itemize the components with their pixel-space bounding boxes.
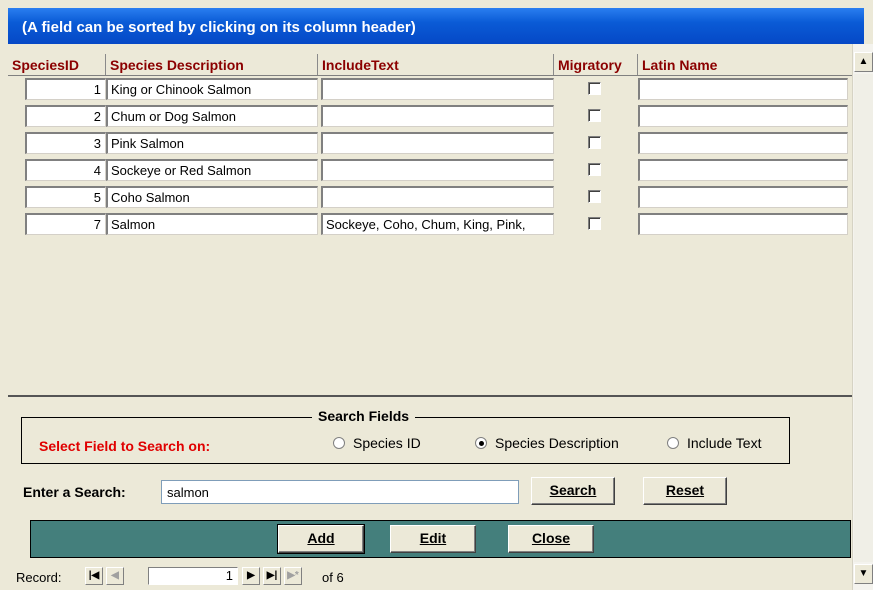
first-record-icon[interactable]: |◀	[85, 567, 103, 585]
cell-description[interactable]: Chum or Dog Salmon	[106, 105, 318, 127]
record-label: Record:	[16, 570, 62, 585]
cell-id[interactable]: 5	[25, 186, 106, 208]
search-fields-title: Search Fields	[312, 408, 416, 424]
column-header-includetext[interactable]: IncludeText	[318, 54, 554, 76]
current-record-field[interactable]: 1	[148, 567, 238, 585]
radio-include-text-dot[interactable]	[667, 437, 679, 449]
radio-species-description-dot[interactable]	[475, 437, 487, 449]
column-header-label: Migratory	[558, 57, 622, 73]
migratory-checkbox[interactable]	[588, 217, 601, 230]
previous-record-icon[interactable]: ◀	[106, 567, 124, 585]
cell-description[interactable]: Coho Salmon	[106, 186, 318, 208]
migratory-checkbox[interactable]	[588, 190, 601, 203]
form-title: (A field can be sorted by clicking on it…	[22, 19, 416, 36]
cell-include-text[interactable]	[321, 159, 554, 181]
column-header-species-description[interactable]: Species Description	[106, 54, 318, 76]
next-record-icon[interactable]: ▶	[242, 567, 260, 585]
cell-id[interactable]: 7	[25, 213, 106, 235]
cell-latin[interactable]	[638, 105, 848, 127]
radio-species-id-dot[interactable]	[333, 437, 345, 449]
cell-description[interactable]: Salmon	[106, 213, 318, 235]
cell-id[interactable]: 3	[25, 132, 106, 154]
edit-button[interactable]: Edit	[390, 525, 476, 553]
column-header-migratory[interactable]: Migratory	[554, 54, 638, 76]
cell-latin[interactable]	[638, 213, 848, 235]
migratory-checkbox[interactable]	[588, 82, 601, 95]
cell-id[interactable]: 1	[25, 78, 106, 100]
cell-include-text[interactable]	[321, 132, 554, 154]
new-record-icon[interactable]: ▶*	[284, 567, 302, 585]
radio-include-text-label: Include Text	[687, 435, 762, 451]
header-divider	[8, 75, 852, 76]
scroll-up-icon[interactable]: ▲	[854, 52, 873, 72]
cell-include-text[interactable]	[321, 186, 554, 208]
cell-include-text[interactable]: Sockeye, Coho, Chum, King, Pink,	[321, 213, 554, 235]
record-count: of 6	[322, 570, 344, 585]
search-fields-frame: Search Fields Select Field to Search on:…	[21, 408, 790, 464]
cell-id[interactable]: 2	[25, 105, 106, 127]
vertical-scrollbar[interactable]: ▲ ▼	[852, 44, 873, 590]
search-button[interactable]: Search	[531, 477, 615, 505]
reset-button[interactable]: Reset	[643, 477, 727, 505]
column-header-label: Latin Name	[642, 57, 718, 73]
migratory-checkbox[interactable]	[588, 109, 601, 122]
search-field-label: Select Field to Search on:	[39, 438, 211, 454]
column-header-label: SpeciesID	[12, 57, 79, 73]
column-header-speciesid[interactable]: SpeciesID	[8, 54, 106, 76]
column-header-label: Species Description	[110, 57, 244, 73]
column-header-latin-name[interactable]: Latin Name	[638, 54, 848, 76]
radio-species-description-label: Species Description	[495, 435, 619, 451]
cell-description[interactable]: Sockeye or Red Salmon	[106, 159, 318, 181]
form-title-bar: (A field can be sorted by clicking on it…	[8, 8, 864, 44]
column-header-label: IncludeText	[322, 57, 399, 73]
cell-include-text[interactable]	[321, 105, 554, 127]
migratory-checkbox[interactable]	[588, 136, 601, 149]
scroll-track[interactable]	[854, 74, 873, 562]
add-button[interactable]: Add	[277, 524, 365, 554]
migratory-checkbox[interactable]	[588, 163, 601, 176]
radio-species-description[interactable]: Species Description	[475, 435, 619, 451]
last-record-icon[interactable]: ▶|	[263, 567, 281, 585]
close-button[interactable]: Close	[508, 525, 594, 553]
section-divider	[8, 395, 852, 397]
radio-species-id-label: Species ID	[353, 435, 421, 451]
record-navigator: Record: |◀ ◀ 1 ▶ ▶| ▶* of 6	[8, 563, 852, 590]
cell-id[interactable]: 4	[25, 159, 106, 181]
cell-latin[interactable]	[638, 132, 848, 154]
cell-latin[interactable]	[638, 159, 848, 181]
cell-description[interactable]: Pink Salmon	[106, 132, 318, 154]
form-body: SpeciesID Species Description IncludeTex…	[8, 44, 852, 590]
scroll-down-icon[interactable]: ▼	[854, 564, 873, 584]
cell-description[interactable]: King or Chinook Salmon	[106, 78, 318, 100]
cell-latin[interactable]	[638, 78, 848, 100]
enter-search-label: Enter a Search:	[23, 484, 126, 500]
radio-include-text[interactable]: Include Text	[667, 435, 761, 451]
cell-latin[interactable]	[638, 186, 848, 208]
search-input[interactable]	[161, 480, 519, 504]
radio-species-id[interactable]: Species ID	[333, 435, 421, 451]
cell-include-text[interactable]	[321, 78, 554, 100]
